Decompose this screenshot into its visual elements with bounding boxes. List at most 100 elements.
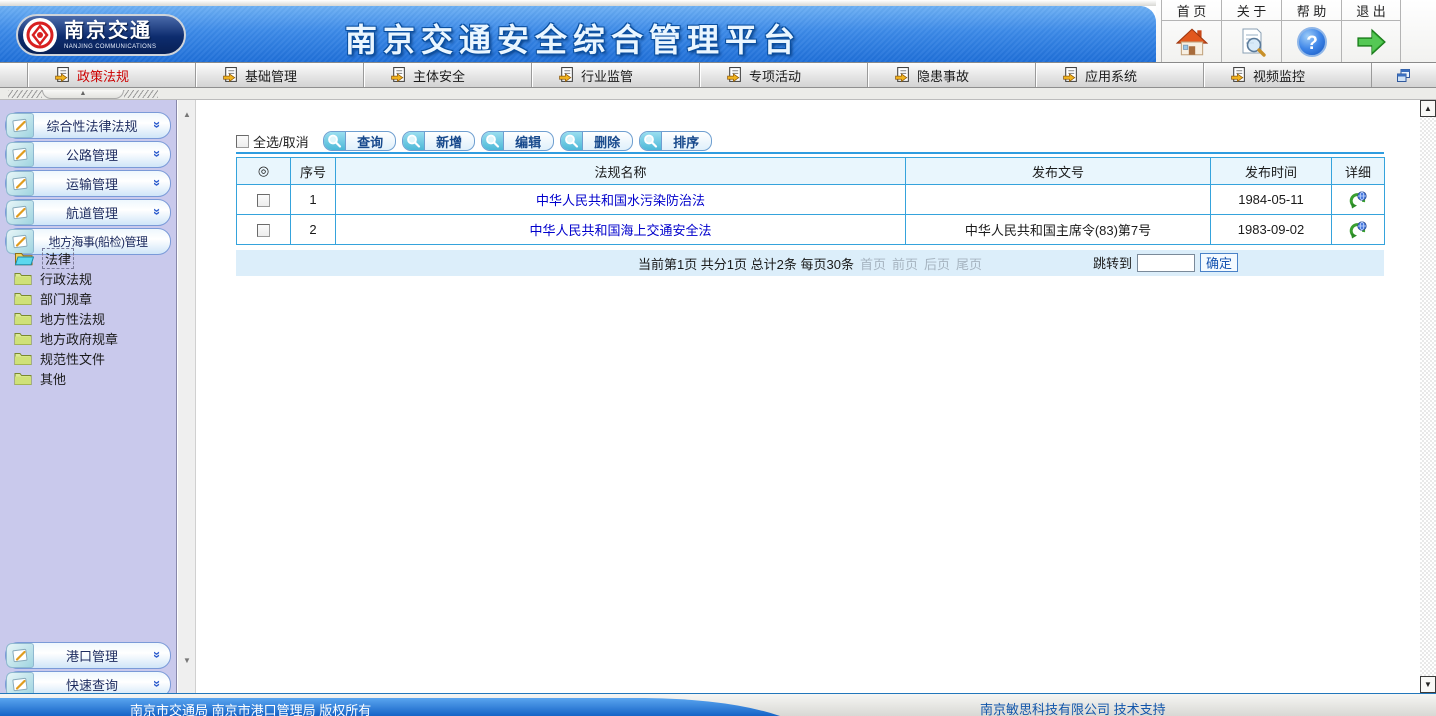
doc-icon	[391, 67, 406, 83]
chevron-down-icon: »	[150, 651, 165, 658]
tab-subject-safety[interactable]: 主体安全	[364, 63, 532, 87]
group-label: 航道管理	[66, 203, 118, 222]
scroll-down-button[interactable]: ▼	[1420, 676, 1436, 693]
select-column-header: ◎	[237, 158, 291, 185]
tree-item-label: 地方政府规章	[40, 329, 118, 348]
pagination-summary: 当前第1页 共分1页 总计2条 每页30条	[638, 254, 854, 273]
group-label: 港口管理	[66, 646, 118, 665]
sidebar-group-waterway-management[interactable]: 航道管理 »	[5, 199, 171, 226]
tab-label: 主体安全	[413, 66, 465, 85]
about-link[interactable]: 关 于	[1222, 0, 1281, 21]
tab-special-activities[interactable]: 专项活动	[700, 63, 868, 87]
tree-item-normative-documents[interactable]: 规范性文件	[14, 348, 105, 368]
detail-column-header: 详细	[1332, 158, 1385, 185]
detail-icon[interactable]	[1349, 221, 1367, 239]
chevron-down-icon: »	[150, 121, 165, 128]
query-button[interactable]: 查询	[323, 131, 396, 151]
footer: 南京市交通局 南京市港口管理局 版权所有 南京敏思科技有限公司 技术支持	[0, 693, 1436, 716]
chevron-down-icon: »	[150, 179, 165, 186]
button-label: 排序	[662, 132, 711, 150]
tree-item-label: 地方性法规	[40, 309, 105, 328]
tree-item-department-rules[interactable]: 部门规章	[14, 288, 92, 308]
tree-item-local-regulations[interactable]: 地方性法规	[14, 308, 105, 328]
add-button[interactable]: 新增	[402, 131, 475, 151]
exit-icon[interactable]	[1342, 21, 1400, 62]
about-icon[interactable]	[1222, 21, 1281, 62]
quick-link-panel: 首 页 关 于	[1156, 0, 1436, 62]
tree-item-other[interactable]: 其他	[14, 368, 66, 388]
tree-item-label: 行政法规	[40, 269, 92, 288]
tree-item-local-government-rules[interactable]: 地方政府规章	[14, 328, 118, 348]
main-scrollbar[interactable]: ▲ ▼	[1420, 100, 1436, 693]
last-page-link[interactable]: 尾页	[956, 254, 982, 273]
tab-label: 专项活动	[749, 66, 801, 85]
chevron-down-icon: »	[150, 680, 165, 687]
exit-link[interactable]: 退 出	[1342, 0, 1400, 21]
tab-hazard-accidents[interactable]: 隐患事故	[868, 63, 1036, 87]
prev-page-link[interactable]: 前页	[892, 254, 918, 273]
hatch-decoration	[8, 90, 42, 98]
row-date: 1983-09-02	[1211, 215, 1332, 245]
notepad-icon	[6, 142, 34, 167]
help-link[interactable]: 帮 助	[1282, 0, 1341, 21]
home-icon[interactable]	[1162, 21, 1221, 62]
page-body: 综合性法律法规 » 公路管理 » 运输管理 »	[0, 100, 1436, 693]
tab-policy-regulations[interactable]: 政策法规	[28, 63, 196, 87]
law-link[interactable]: 中华人民共和国水污染防治法	[536, 193, 705, 208]
sidebar-group-port-management[interactable]: 港口管理 »	[5, 642, 171, 669]
magnifier-icon	[561, 132, 583, 150]
row-checkbox[interactable]	[257, 194, 270, 207]
row-date: 1984-05-11	[1211, 185, 1332, 215]
main-content: 全选/取消 查询 新增 编辑	[196, 100, 1420, 693]
toolbar-divider	[236, 152, 1384, 154]
delete-button[interactable]: 删除	[560, 131, 633, 151]
sidebar-group-transport-management[interactable]: 运输管理 »	[5, 170, 171, 197]
first-page-link[interactable]: 首页	[860, 254, 886, 273]
tab-basic-management[interactable]: 基础管理	[196, 63, 364, 87]
folder-icon	[14, 291, 32, 305]
notepad-icon	[6, 113, 34, 138]
restore-window-icon[interactable]	[1396, 68, 1411, 83]
button-label: 编辑	[504, 132, 553, 150]
collapse-arrow-icon: ▲	[80, 90, 87, 97]
home-link[interactable]: 首 页	[1162, 0, 1221, 21]
laws-table: ◎ 序号 法规名称 发布文号 发布时间 详细 1 中华人民共和国水污染防治法 1…	[236, 157, 1385, 245]
doc-icon	[1063, 67, 1078, 83]
confirm-button[interactable]: 确定	[1200, 253, 1238, 272]
tree-item-laws[interactable]: 法律	[14, 248, 74, 268]
tab-application-systems[interactable]: 应用系统	[1036, 63, 1204, 87]
scroll-down-icon[interactable]: ▼	[178, 656, 196, 665]
sidebar-group-comprehensive-laws[interactable]: 综合性法律法规 »	[5, 112, 171, 139]
scroll-up-button[interactable]: ▲	[1420, 100, 1436, 117]
detail-icon[interactable]	[1349, 191, 1367, 209]
law-link[interactable]: 中华人民共和国海上交通安全法	[529, 223, 711, 238]
select-all-checkbox[interactable]	[236, 135, 249, 148]
help-icon[interactable]: ?	[1282, 21, 1341, 62]
footer-swoosh	[0, 694, 820, 716]
tab-video-surveillance[interactable]: 视频监控	[1204, 63, 1372, 87]
notepad-icon	[6, 200, 34, 225]
date-column-header: 发布时间	[1211, 158, 1332, 185]
notepad-icon	[6, 643, 34, 668]
group-label: 综合性法律法规	[46, 116, 137, 135]
jump-page-input[interactable]	[1137, 254, 1195, 272]
sidebar-group-quick-query[interactable]: 快速查询 »	[5, 671, 171, 693]
pagination-bar: 当前第1页 共分1页 总计2条 每页30条 首页 前页 后页 尾页 跳转到 确定	[236, 250, 1384, 276]
magnifier-icon	[640, 132, 662, 150]
row-no: 2	[291, 215, 336, 245]
scroll-up-icon[interactable]: ▲	[178, 110, 196, 119]
tab-label: 隐患事故	[917, 66, 969, 85]
row-doc-no	[906, 185, 1211, 215]
edit-button[interactable]: 编辑	[481, 131, 554, 151]
sidebar-scrollbar[interactable]: ▲ ▼	[178, 100, 196, 693]
logo-emblem-icon	[23, 18, 57, 52]
sidebar-group-highway-management[interactable]: 公路管理 »	[5, 141, 171, 168]
row-checkbox[interactable]	[257, 224, 270, 237]
sidebar-collapse-handle[interactable]: ▲	[8, 89, 158, 99]
next-page-link[interactable]: 后页	[924, 254, 950, 273]
tree-item-administrative-regulations[interactable]: 行政法规	[14, 268, 92, 288]
button-label: 新增	[425, 132, 474, 150]
logo-title: 南京交通	[64, 21, 156, 41]
tab-industry-supervision[interactable]: 行业监管	[532, 63, 700, 87]
sort-button[interactable]: 排序	[639, 131, 712, 151]
